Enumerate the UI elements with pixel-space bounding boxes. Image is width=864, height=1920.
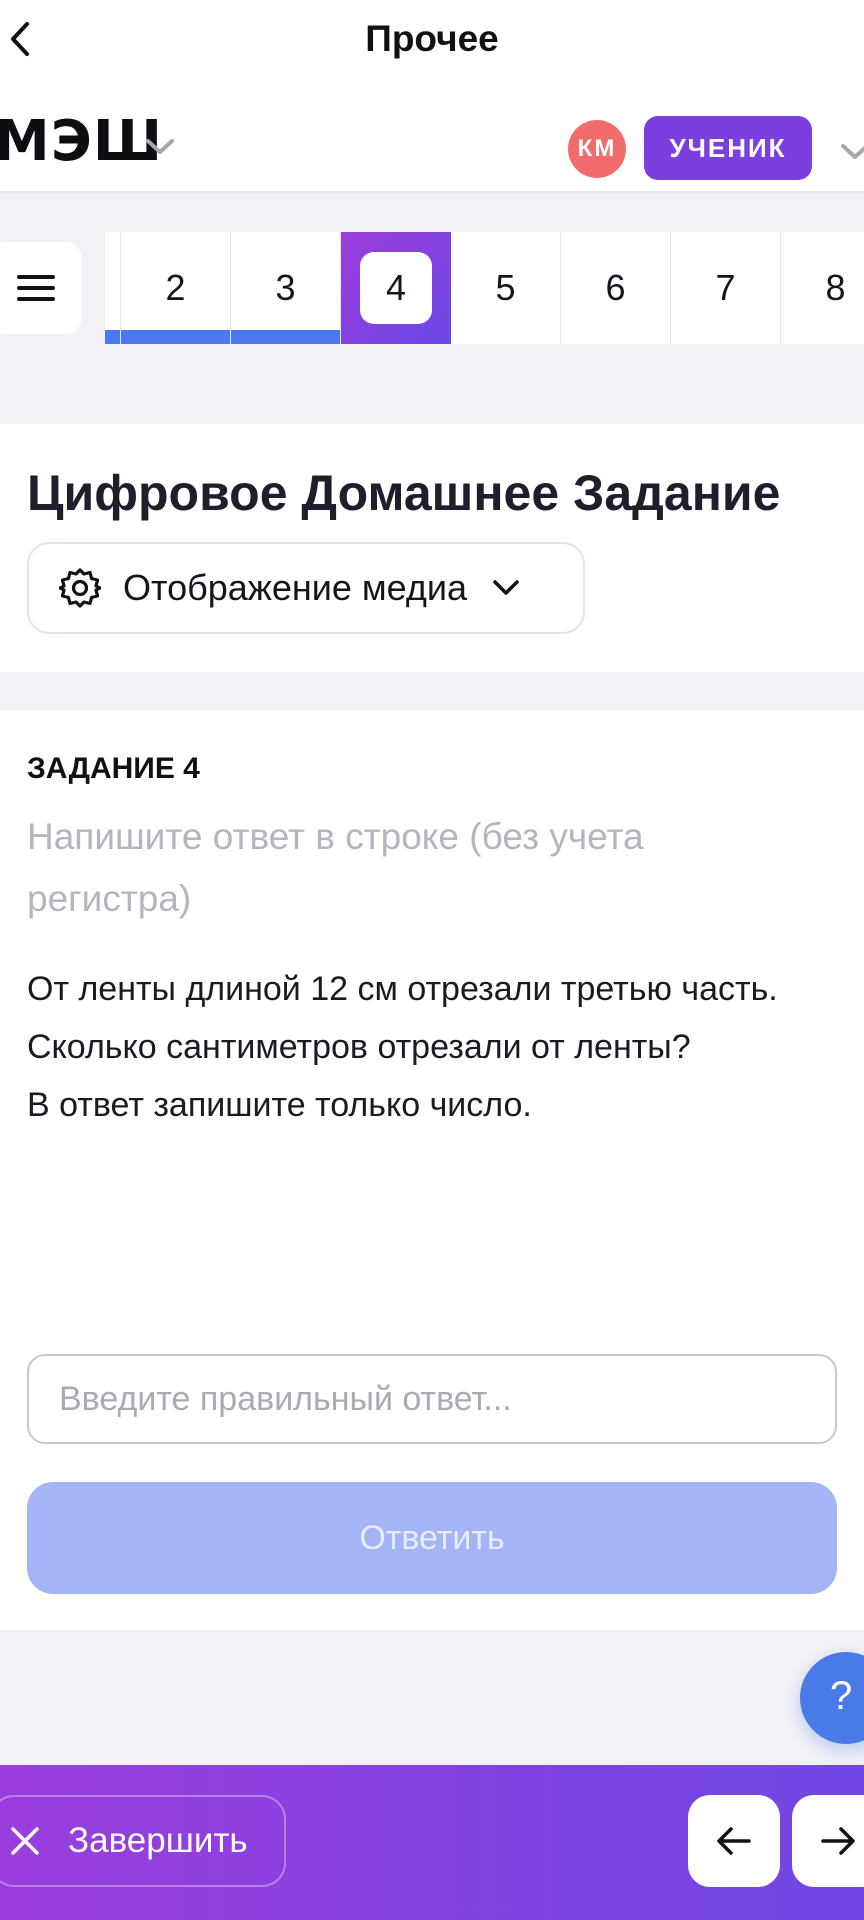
previous-task-button[interactable] xyxy=(688,1795,780,1887)
brand-logo[interactable]: МЭШ xyxy=(0,114,163,170)
bottom-action-bar: Завершить xyxy=(0,1765,864,1920)
media-display-dropdown[interactable]: Отображение медиа xyxy=(27,542,585,634)
finish-button-label: Завершить xyxy=(68,1821,248,1860)
top-navigation-bar: Прочее xyxy=(0,0,864,78)
media-dropdown-label: Отображение медиа xyxy=(123,567,468,608)
help-button[interactable]: ? xyxy=(800,1652,864,1744)
chevron-down-icon[interactable] xyxy=(143,135,177,159)
task-tab-4-current[interactable]: 4 xyxy=(341,232,451,344)
task-question: От ленты длиной 12 см отрезали третью ча… xyxy=(27,960,827,1134)
chevron-down-icon xyxy=(493,580,519,595)
question-mark-icon: ? xyxy=(830,1674,853,1718)
task-number-strip: 2 3 4 5 6 7 8 xyxy=(105,232,864,344)
app-header: МЭШ КМ УЧЕНИК xyxy=(0,78,864,193)
task-hint: Напишите ответ в строке (без учета регис… xyxy=(27,816,644,919)
current-task-number: 4 xyxy=(360,252,432,324)
task-question-line: От ленты длиной 12 см отрезали третью ча… xyxy=(27,970,778,1066)
task-tab-6[interactable]: 6 xyxy=(561,232,671,344)
task-tab-5[interactable]: 5 xyxy=(451,232,561,344)
task-tab-8[interactable]: 8 xyxy=(781,232,864,344)
task-question-line: В ответ запишите только число. xyxy=(27,1086,532,1124)
hamburger-menu-icon xyxy=(17,275,55,301)
submit-answer-button[interactable]: Ответить xyxy=(27,1482,837,1594)
finish-button[interactable]: Завершить xyxy=(0,1795,286,1887)
screen-title: Прочее xyxy=(365,18,499,59)
role-chevron-down-icon[interactable] xyxy=(838,140,864,164)
task-tab-7[interactable]: 7 xyxy=(671,232,781,344)
task-menu-button[interactable] xyxy=(0,242,82,334)
homework-title-card: Цифровое Домашнее Задание Отображение ме… xyxy=(0,424,864,672)
arrow-right-icon xyxy=(821,1827,855,1855)
next-task-button[interactable] xyxy=(792,1795,864,1887)
task-card: ЗАДАНИЕ 4 Напишите ответ в строке (без у… xyxy=(0,710,864,1630)
arrow-left-icon xyxy=(717,1827,751,1855)
close-icon xyxy=(11,1827,39,1855)
role-badge[interactable]: УЧЕНИК xyxy=(644,116,812,180)
task-heading: ЗАДАНИЕ 4 xyxy=(27,752,200,785)
task-tab-2[interactable]: 2 xyxy=(121,232,231,344)
answer-input[interactable] xyxy=(27,1354,837,1444)
task-tab-3[interactable]: 3 xyxy=(231,232,341,344)
page-title: Цифровое Домашнее Задание xyxy=(27,465,781,521)
gear-icon xyxy=(59,568,101,608)
avatar[interactable]: КМ xyxy=(568,120,626,178)
task-tab-1[interactable] xyxy=(105,232,121,344)
